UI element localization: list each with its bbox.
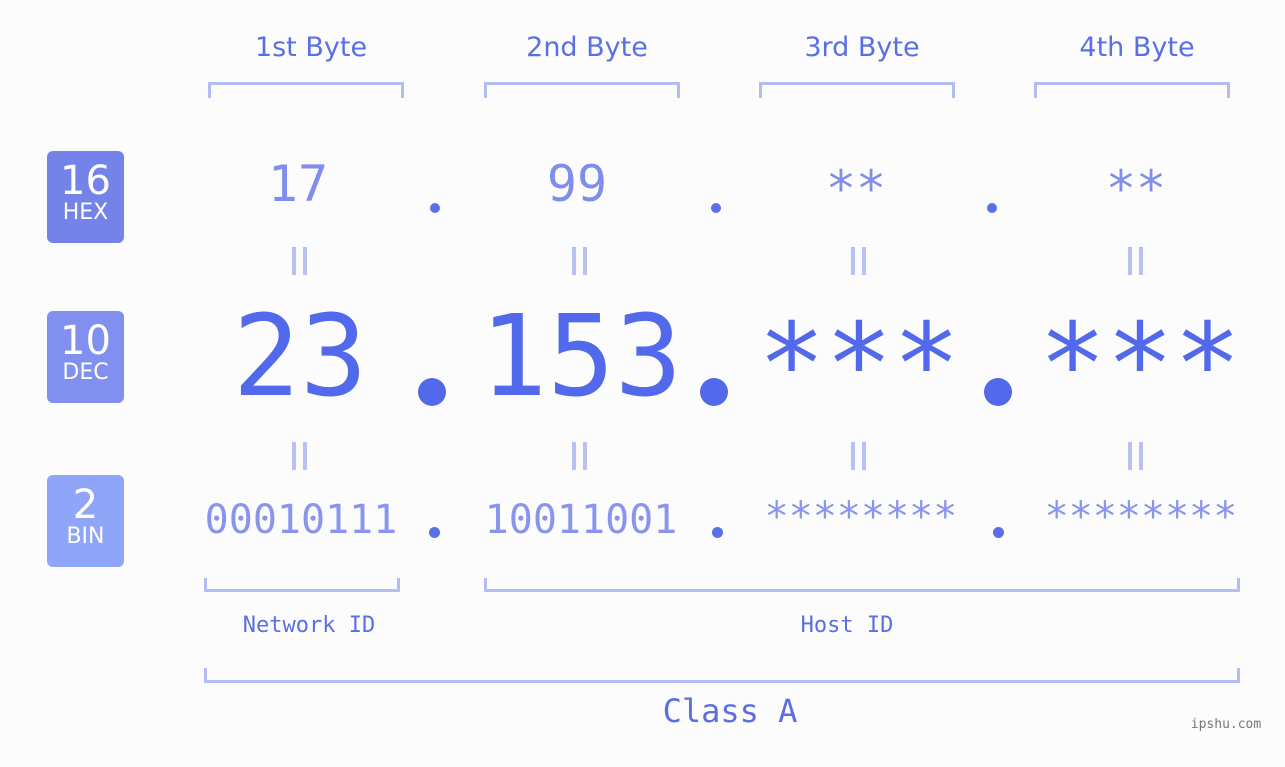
hex-separator-dot xyxy=(711,203,721,213)
hex-base-number: 16 xyxy=(60,158,111,204)
hex-byte-2: 99 xyxy=(546,155,608,213)
equals-icon xyxy=(572,442,588,470)
bin-base-label: BIN xyxy=(66,524,105,549)
bin-separator-dot xyxy=(429,527,440,538)
byte-bracket-1 xyxy=(208,82,404,98)
host-id-label: Host ID xyxy=(800,613,894,638)
dec-separator-dot xyxy=(418,378,446,406)
host-id-bracket xyxy=(484,578,1240,592)
byte-header-4: 4th Byte xyxy=(1079,32,1195,63)
bin-separator-dot xyxy=(993,527,1004,538)
dec-byte-1: 23 xyxy=(232,292,368,422)
byte-header-2: 2nd Byte xyxy=(526,32,648,63)
hex-badge: 16 HEX xyxy=(47,151,124,243)
bin-byte-4: ******** xyxy=(1044,494,1238,540)
equals-icon xyxy=(851,442,867,470)
hex-separator-dot xyxy=(430,203,440,213)
equals-icon xyxy=(292,442,308,470)
bin-byte-2: 10011001 xyxy=(484,497,678,543)
bin-badge: 2 BIN xyxy=(47,475,124,567)
equals-icon xyxy=(292,247,308,275)
byte-bracket-4 xyxy=(1034,82,1230,98)
dec-base-number: 10 xyxy=(60,318,111,364)
hex-byte-1: 17 xyxy=(267,155,329,213)
bin-byte-1: 00010111 xyxy=(204,497,398,543)
dec-byte-3: *** xyxy=(757,300,961,430)
equals-icon xyxy=(1128,442,1144,470)
byte-header-1: 1st Byte xyxy=(254,32,368,63)
bin-separator-dot xyxy=(712,527,723,538)
equals-icon xyxy=(851,247,867,275)
hex-byte-3: ** xyxy=(825,160,887,218)
class-bracket xyxy=(204,668,1240,683)
equals-icon xyxy=(1128,247,1144,275)
network-id-bracket xyxy=(204,578,400,592)
bin-byte-3: ******** xyxy=(764,494,958,540)
hex-base-label: HEX xyxy=(62,200,109,225)
bin-base-number: 2 xyxy=(72,482,99,528)
byte-header-3: 3rd Byte xyxy=(804,32,920,63)
hex-byte-4: ** xyxy=(1105,160,1167,218)
dec-separator-dot xyxy=(984,378,1012,406)
dec-base-label: DEC xyxy=(62,360,109,385)
byte-bracket-2 xyxy=(484,82,680,98)
network-id-label: Network ID xyxy=(242,613,376,638)
equals-icon xyxy=(572,247,588,275)
dec-byte-4: *** xyxy=(1038,300,1242,430)
byte-bracket-3 xyxy=(759,82,955,98)
hex-separator-dot xyxy=(987,203,997,213)
class-label: Class A xyxy=(662,692,798,730)
dec-byte-2: 153 xyxy=(479,292,683,422)
dec-badge: 10 DEC xyxy=(47,311,124,403)
watermark: ipshu.com xyxy=(1190,717,1262,732)
dec-separator-dot xyxy=(700,378,728,406)
